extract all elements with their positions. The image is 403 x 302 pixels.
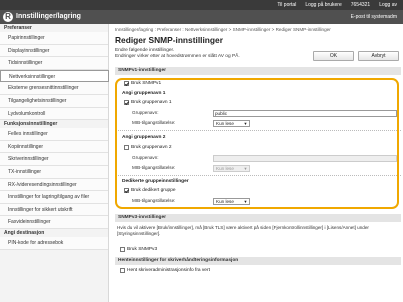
ok-button[interactable]: OK [313, 51, 354, 61]
breadcrumb: Innstillinger/lagring : Preferanser : Ne… [115, 27, 331, 32]
description-line-2: Endringer virker etter at hovedstrømmen … [115, 54, 240, 59]
use-snmpv3-label: Bruk SNMPv3 [127, 247, 158, 252]
page-title: Rediger SNMP-innstillinger [115, 35, 223, 45]
sidebar-item-address-pin[interactable]: PIN-kode for adressebok [0, 236, 108, 250]
sidebar-item-store-access[interactable]: Innstillinger for lagring/tilgang av fil… [0, 191, 108, 204]
sidebar-item-copy[interactable]: Kopiinnstillinger [0, 140, 108, 154]
sidebar-item-accessibility[interactable]: Tilgangelighetsinnstillinger [0, 94, 108, 108]
host-option-checkbox[interactable] [120, 268, 125, 273]
host-section-header: Henteinnstillinger for skriverhåndtering… [115, 257, 401, 265]
sidebar-heading-destination: Angi destinasjon [4, 229, 45, 236]
app-header: R Innstillinger/lagring E-post til syste… [0, 10, 403, 24]
top-bar: Til portal Logg på brukere 7654321 Logg … [0, 0, 403, 10]
snmpv1-section-header: SNMPv1-innstillinger [115, 67, 401, 75]
sidebar-heading-functions: Funksjonsinnstillinger [4, 121, 58, 128]
user-id: 7654321 [350, 2, 371, 8]
settings-logo-icon: R [3, 12, 13, 22]
app-title: Innstillinger/lagring [16, 13, 81, 20]
use-snmpv3-row[interactable]: Bruk SNMPv3 [120, 247, 157, 252]
sidebar-item-fax[interactable]: Faxvideinnstillinger [0, 216, 108, 229]
snmpv3-section-header: SNMPv3-innstillinger [115, 214, 401, 222]
portal-link[interactable]: Til portal [277, 2, 296, 8]
host-option-row[interactable]: Hent skriveradministrasjonsinfo fra vert [120, 268, 210, 273]
snmpv3-description: Hvis du vil aktivere [Bruk/innstillinger… [117, 225, 401, 237]
sidebar-item-tx[interactable]: TX-innstillinger [0, 165, 108, 179]
highlight-frame [115, 78, 399, 209]
sidebar-item-secure-print[interactable]: Innstillinger for sikkert utskrift [0, 203, 108, 217]
use-snmpv3-checkbox[interactable] [120, 247, 125, 252]
login-users-link[interactable]: Logg på brukere [305, 2, 341, 8]
snmpv3-description-line-2: [Styringsinnstillinger]. [117, 231, 161, 236]
sidebar: Preferanser Papirinnstillinger Displayin… [0, 24, 109, 302]
main-panel: Innstillinger/lagring : Preferanser : Ne… [110, 24, 403, 302]
host-option-label: Hent skriveradministrasjonsinfo fra vert [127, 268, 210, 273]
sidebar-item-printer[interactable]: Skriverinnstillinger [0, 153, 108, 166]
cancel-button[interactable]: Avbryt [358, 51, 399, 61]
sidebar-item-volume[interactable]: Lydvolumkontroll [0, 107, 108, 121]
sidebar-item-common[interactable]: Felles innstillinger [0, 128, 108, 141]
sidebar-heading-preferences: Preferanser [4, 25, 32, 31]
logout-link[interactable]: Logg av [379, 2, 397, 8]
sidebar-item-rx-forward[interactable]: RX-/videresendingsinnstillinger [0, 178, 108, 192]
sidebar-item-network[interactable]: Nettverksinnstillinger [0, 69, 109, 83]
sidebar-item-display[interactable]: Displayinnstillinger [0, 44, 108, 58]
sidebar-item-paper[interactable]: Papirinnstillinger [0, 32, 108, 45]
sidebar-item-external-interface[interactable]: Eksterne grensesnittinnstillinger [0, 82, 108, 95]
page-description: Endre følgende innstillinger. Endringer … [115, 48, 240, 60]
sidebar-item-time[interactable]: Tidsinnstillinger [0, 57, 108, 70]
email-admin-link[interactable]: E-post til systemadm [351, 14, 397, 20]
